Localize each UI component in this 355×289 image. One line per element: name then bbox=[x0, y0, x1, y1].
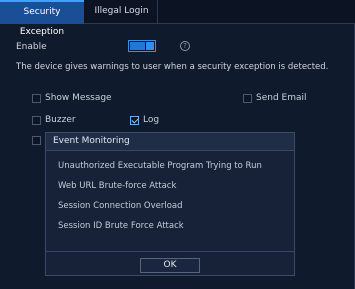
event-monitoring-dialog: Event Monitoring Unauthorized Executable… bbox=[45, 132, 295, 276]
dialog-divider bbox=[46, 251, 294, 252]
event-item: Web URL Brute-force Attack bbox=[58, 181, 177, 191]
event-item: Session Connection Overload bbox=[58, 201, 183, 211]
buzzer-checkbox[interactable] bbox=[32, 116, 41, 125]
ok-button[interactable]: OK bbox=[140, 258, 200, 273]
log-checkbox[interactable] bbox=[130, 116, 139, 125]
security-exception-panel: Security Exception Illegal Login Enable … bbox=[0, 0, 355, 289]
help-icon[interactable]: ? bbox=[180, 41, 190, 51]
show-message-checkbox[interactable] bbox=[32, 94, 41, 103]
enable-toggle[interactable] bbox=[128, 40, 156, 52]
toggle-knob bbox=[146, 42, 154, 50]
send-email-checkbox[interactable] bbox=[243, 94, 252, 103]
enable-label: Enable bbox=[16, 42, 47, 52]
log-label: Log bbox=[143, 115, 160, 125]
event-item: Session ID Brute Force Attack bbox=[58, 221, 184, 231]
show-message-label: Show Message bbox=[45, 93, 112, 103]
buzzer-label: Buzzer bbox=[45, 115, 76, 125]
toggle-fill bbox=[130, 42, 145, 50]
tab-bar: Security Exception Illegal Login bbox=[0, 0, 355, 37]
tab-security-exception[interactable]: Security Exception bbox=[0, 0, 84, 37]
description-text: The device gives warnings to user when a… bbox=[16, 62, 329, 72]
send-email-label: Send Email bbox=[256, 93, 307, 103]
tab-illegal-login[interactable]: Illegal Login bbox=[86, 0, 158, 24]
dialog-title: Event Monitoring bbox=[46, 133, 294, 151]
hidden-option-checkbox[interactable] bbox=[32, 136, 41, 145]
event-item: Unauthorized Executable Program Trying t… bbox=[58, 161, 262, 171]
